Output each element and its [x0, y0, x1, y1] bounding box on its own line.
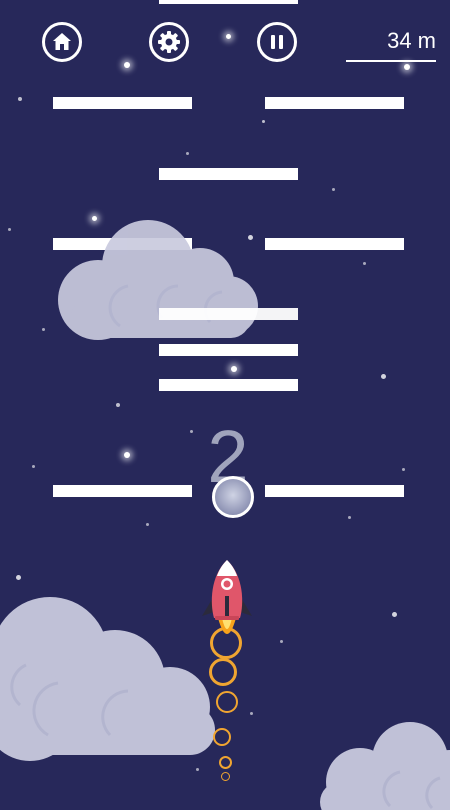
star — [348, 516, 351, 519]
star — [146, 523, 149, 526]
obstacle-bar — [159, 0, 298, 4]
obstacle-bar — [159, 344, 298, 356]
obstacle-bar — [159, 308, 298, 320]
star — [196, 768, 199, 771]
star — [231, 366, 237, 372]
pause-icon — [271, 35, 283, 49]
obstacle-bar — [53, 97, 192, 109]
exhaust-ring — [209, 658, 237, 686]
star — [381, 374, 386, 379]
obstacle-bar — [265, 238, 404, 250]
distance-readout: 34 m — [346, 28, 436, 62]
star — [392, 612, 397, 617]
cloud — [320, 722, 450, 810]
star — [332, 188, 335, 191]
star — [8, 228, 11, 231]
obstacle-bar — [159, 168, 298, 180]
star — [124, 62, 130, 68]
obstacle-bar — [159, 379, 298, 391]
star — [190, 430, 193, 433]
home-icon — [53, 33, 71, 50]
exhaust-ring — [221, 772, 230, 781]
exhaust-ring — [216, 691, 238, 713]
exhaust-ring — [213, 728, 231, 746]
target-ball — [212, 476, 254, 518]
star — [116, 403, 120, 407]
star — [16, 575, 21, 580]
star — [250, 712, 253, 715]
game-stage[interactable]: 2 34 m — [0, 0, 450, 810]
star — [18, 97, 22, 101]
star — [402, 468, 405, 471]
star — [42, 328, 45, 331]
cloud — [58, 220, 258, 340]
star — [262, 120, 265, 123]
exhaust-ring — [219, 756, 232, 769]
settings-button[interactable] — [149, 22, 189, 62]
rocket[interactable] — [200, 558, 254, 646]
star — [124, 452, 130, 458]
star — [280, 640, 283, 643]
obstacle-bar — [265, 485, 404, 497]
home-button[interactable] — [42, 22, 82, 62]
obstacle-bar — [265, 97, 404, 109]
gear-icon — [158, 31, 180, 53]
star — [404, 64, 410, 70]
cloud — [0, 597, 215, 761]
star — [226, 34, 231, 39]
star — [32, 465, 35, 468]
obstacle-bar — [53, 485, 192, 497]
star — [363, 262, 366, 265]
pause-button[interactable] — [257, 22, 297, 62]
star — [186, 152, 189, 155]
